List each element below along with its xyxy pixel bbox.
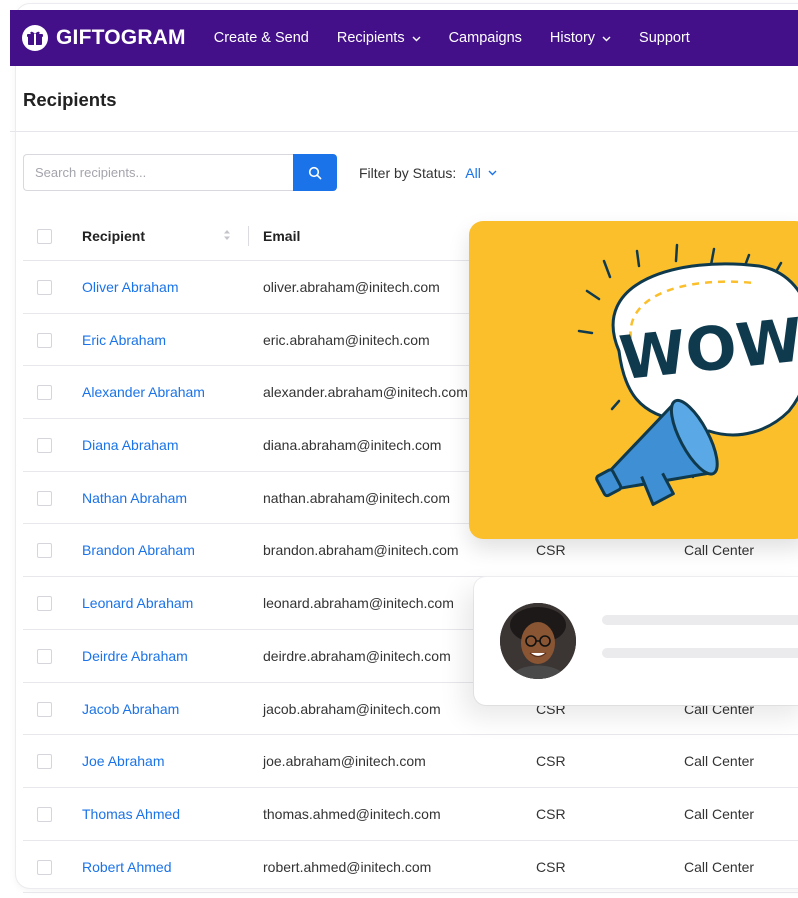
wow-promo-card: WOW!	[469, 221, 798, 539]
column-divider	[248, 226, 249, 246]
row-checkbox[interactable]	[37, 596, 52, 612]
recipient-email: robert.ahmed@initech.com	[263, 858, 432, 875]
nav-history[interactable]: History	[550, 30, 611, 46]
column-header-email[interactable]: Email	[263, 228, 300, 244]
recipient-email: nathan.abraham@initech.com	[263, 489, 450, 506]
recipient-email: oliver.abraham@initech.com	[263, 279, 440, 295]
sort-icon[interactable]	[223, 228, 231, 246]
recipient-department: Call Center	[684, 542, 755, 559]
avatar	[500, 603, 576, 679]
row-checkbox[interactable]	[37, 490, 52, 506]
recipient-name-link[interactable]: Nathan Abraham	[82, 490, 187, 506]
recipient-name-link[interactable]: Eric Abraham	[82, 332, 166, 348]
recipient-department: Call Center	[684, 858, 755, 875]
recipient-name-link[interactable]: Jacob Abraham	[82, 701, 179, 717]
recipient-email: jacob.abraham@initech.com	[263, 700, 441, 717]
recipient-name-link[interactable]: Brandon Abraham	[82, 542, 195, 558]
page-header: Recipients	[10, 66, 798, 132]
nav-history-label: History	[549, 30, 596, 46]
nav-recipients-label: Recipients	[336, 30, 405, 46]
recipient-email: alexander.abraham@initech.com	[263, 384, 468, 401]
row-checkbox[interactable]	[37, 701, 52, 717]
recipient-email: eric.abraham@initech.com	[263, 331, 430, 348]
recipient-name-link[interactable]: Leonard Abraham	[82, 595, 193, 611]
filter-value: All	[465, 165, 481, 181]
row-checkbox[interactable]	[37, 806, 52, 822]
row-checkbox[interactable]	[37, 648, 52, 664]
row-checkbox[interactable]	[37, 438, 52, 454]
recipient-department: Call Center	[684, 753, 755, 770]
table-row[interactable]: Robert Ahmed robert.ahmed@initech.com CSR C…	[23, 841, 798, 894]
page-title: Recipients	[23, 89, 117, 110]
column-header-recipient[interactable]: Recipient	[82, 228, 145, 244]
nav-campaigns[interactable]: Campaigns	[449, 30, 522, 46]
recipient-role: CSR	[536, 542, 566, 559]
recipient-email: thomas.ahmed@initech.com	[263, 805, 441, 822]
table-row[interactable]: Thomas Ahmed thomas.ahmed@initech.com CSR C…	[23, 788, 798, 841]
top-navbar: GIFTOGRAM Create & Send Recipients Campa…	[10, 10, 798, 66]
recipient-name-link[interactable]: Oliver Abraham	[82, 279, 178, 295]
status-filter: Filter by Status: All	[359, 165, 497, 181]
row-checkbox[interactable]	[37, 754, 52, 770]
chevron-down-icon	[412, 30, 421, 46]
recipient-email: deirdre.abraham@initech.com	[263, 647, 451, 664]
giftogram-logo[interactable]: GIFTOGRAM	[22, 25, 186, 51]
nav-create-send[interactable]: Create & Send	[214, 30, 309, 46]
profile-preview-card	[474, 577, 798, 705]
filter-label: Filter by Status:	[359, 165, 457, 181]
row-checkbox[interactable]	[37, 280, 52, 295]
recipient-name-link[interactable]: Robert Ahmed	[82, 859, 172, 875]
chevron-down-icon	[488, 170, 497, 176]
nav-support[interactable]: Support	[639, 30, 690, 46]
recipient-name-link[interactable]: Alexander Abraham	[82, 384, 205, 400]
recipient-email: brandon.abraham@initech.com	[263, 542, 459, 559]
chevron-down-icon	[602, 30, 611, 46]
nav-create-send-label: Create & Send	[213, 30, 309, 46]
recipient-role: CSR	[536, 805, 566, 822]
recipient-email: diana.abraham@initech.com	[263, 437, 442, 454]
placeholder-line	[602, 615, 798, 625]
recipient-department: Call Center	[684, 805, 755, 822]
gift-icon	[22, 25, 48, 51]
table-row[interactable]: Joe Abraham joe.abraham@initech.com CSR Cal…	[23, 735, 798, 788]
filter-dropdown[interactable]: All	[465, 165, 497, 181]
recipient-name-link[interactable]: Joe Abraham	[82, 753, 165, 769]
nav-recipients[interactable]: Recipients	[337, 30, 421, 46]
row-checkbox[interactable]	[37, 859, 52, 875]
row-checkbox[interactable]	[37, 332, 52, 348]
search-bar	[23, 154, 337, 191]
logo-text: GIFTOGRAM	[56, 26, 186, 49]
select-all-checkbox[interactable]	[37, 229, 52, 244]
recipient-role: CSR	[536, 753, 566, 770]
search-button[interactable]	[293, 154, 337, 191]
search-input[interactable]	[23, 154, 293, 191]
recipient-email: joe.abraham@initech.com	[263, 753, 426, 770]
wow-megaphone-illustration: WOW!	[577, 243, 798, 506]
nav-support-label: Support	[639, 30, 690, 46]
recipient-email: leonard.abraham@initech.com	[263, 595, 454, 612]
recipient-role: CSR	[536, 858, 566, 875]
row-checkbox[interactable]	[37, 385, 52, 401]
recipient-name-link[interactable]: Thomas Ahmed	[82, 806, 180, 822]
nav-campaigns-label: Campaigns	[448, 30, 522, 46]
row-checkbox[interactable]	[37, 543, 52, 559]
recipient-name-link[interactable]: Deirdre Abraham	[82, 648, 188, 664]
recipient-name-link[interactable]: Diana Abraham	[82, 437, 179, 453]
search-icon	[308, 166, 322, 179]
placeholder-line	[602, 648, 798, 658]
